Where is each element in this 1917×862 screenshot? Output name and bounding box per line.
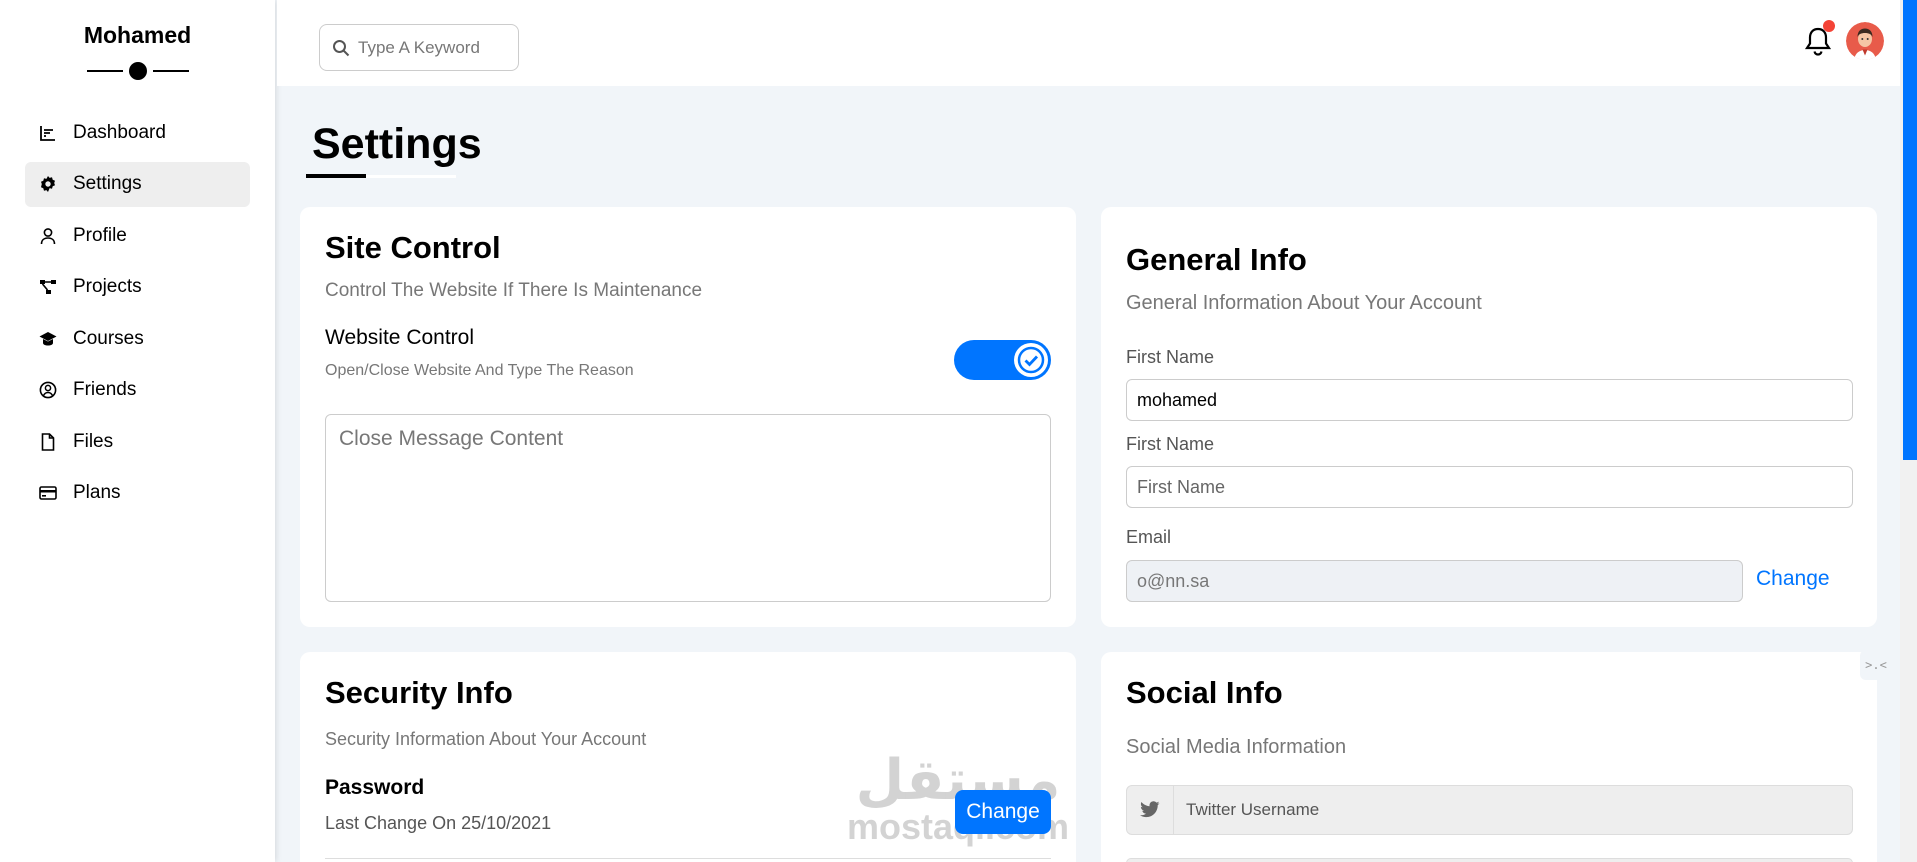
email-label: Email: [1126, 527, 1172, 547]
brand-decoration: [87, 60, 189, 82]
sidebar-item-label: Friends: [73, 379, 137, 400]
website-control-label: Website Control: [325, 326, 475, 349]
sidebar-item-dashboard[interactable]: Dashboard: [25, 110, 250, 155]
sidebar-item-label: Courses: [73, 327, 144, 349]
user-icon: [40, 227, 56, 244]
sidebar-item-courses[interactable]: Courses: [25, 316, 250, 361]
search-box[interactable]: [319, 24, 519, 71]
social-info-title: Social Info: [1126, 675, 1283, 710]
brand-title: Mohamed: [83, 22, 192, 48]
page-title: Settings: [312, 120, 482, 168]
email-field: [1126, 560, 1743, 602]
social-info-subtitle: Social Media Information: [1126, 736, 1347, 758]
circle-user-icon: [39, 381, 57, 399]
sidebar-item-files[interactable]: Files: [25, 419, 250, 464]
first-name-label: First Name: [1126, 347, 1215, 367]
sidebar-nav: Dashboard Settings Profile Projects Cour…: [25, 110, 250, 522]
gear-icon: [41, 176, 55, 192]
sidebar-item-label: Plans: [73, 482, 121, 503]
second-name-input[interactable]: [1126, 466, 1853, 508]
toggle-knob: [1014, 343, 1048, 377]
sidebar-item-label: Settings: [73, 173, 142, 194]
first-name-input[interactable]: [1126, 379, 1853, 421]
search-icon: [333, 39, 350, 56]
notification-badge: [1823, 20, 1835, 32]
file-icon: [41, 432, 55, 451]
sidebar: Mohamed Dashboard Settings Profile Proje…: [0, 0, 275, 862]
sidebar-item-profile[interactable]: Profile: [25, 213, 250, 258]
scrollbar-thumb[interactable]: [1903, 0, 1917, 460]
website-control-toggle[interactable]: [954, 340, 1051, 380]
chart-line-icon: [40, 125, 55, 141]
sidebar-item-label: Projects: [73, 276, 142, 297]
change-email-link[interactable]: Change: [1756, 567, 1830, 591]
security-info-subtitle: Security Information About Your Account: [325, 729, 647, 749]
next-social-field[interactable]: [1126, 858, 1853, 862]
password-label: Password: [325, 776, 425, 799]
twitter-username-input[interactable]: [1174, 786, 1852, 834]
sidebar-item-projects[interactable]: Projects: [25, 265, 250, 310]
second-name-label: First Name: [1126, 434, 1215, 454]
general-info-title: General Info: [1126, 242, 1307, 277]
sidebar-item-friends[interactable]: Friends: [25, 368, 250, 413]
check-icon: [1017, 346, 1045, 374]
twitter-field: [1126, 785, 1853, 835]
credit-card-icon: [39, 486, 57, 500]
user-avatar[interactable]: [1846, 22, 1884, 60]
sidebar-item-plans[interactable]: Plans: [25, 471, 250, 516]
divider: [325, 858, 1051, 859]
top-header: [277, 0, 1900, 86]
collapse-toggle-icon[interactable]: >.<: [1860, 650, 1892, 680]
site-control-title: Site Control: [325, 230, 501, 265]
close-message-textarea[interactable]: [325, 414, 1051, 602]
sidebar-item-settings[interactable]: Settings: [25, 161, 250, 207]
sidebar-item-label: Dashboard: [73, 121, 166, 143]
website-control-desc: Open/Close Website And Type The Reason: [325, 362, 634, 379]
general-info-subtitle: General Information About Your Account: [1126, 292, 1482, 314]
password-last-change: Last Change On 25/10/2021: [325, 813, 552, 833]
sidebar-item-label: Files: [73, 430, 114, 452]
twitter-icon: [1127, 786, 1174, 834]
change-password-button[interactable]: Change: [955, 790, 1051, 834]
diagram-project-icon: [40, 280, 56, 294]
site-control-subtitle: Control The Website If There Is Maintena…: [325, 280, 703, 301]
sidebar-item-label: Profile: [73, 224, 127, 246]
security-info-title: Security Info: [325, 675, 513, 710]
title-underline-accent: [306, 174, 366, 178]
graduation-cap-icon: [39, 331, 57, 345]
search-input[interactable]: [358, 37, 498, 58]
